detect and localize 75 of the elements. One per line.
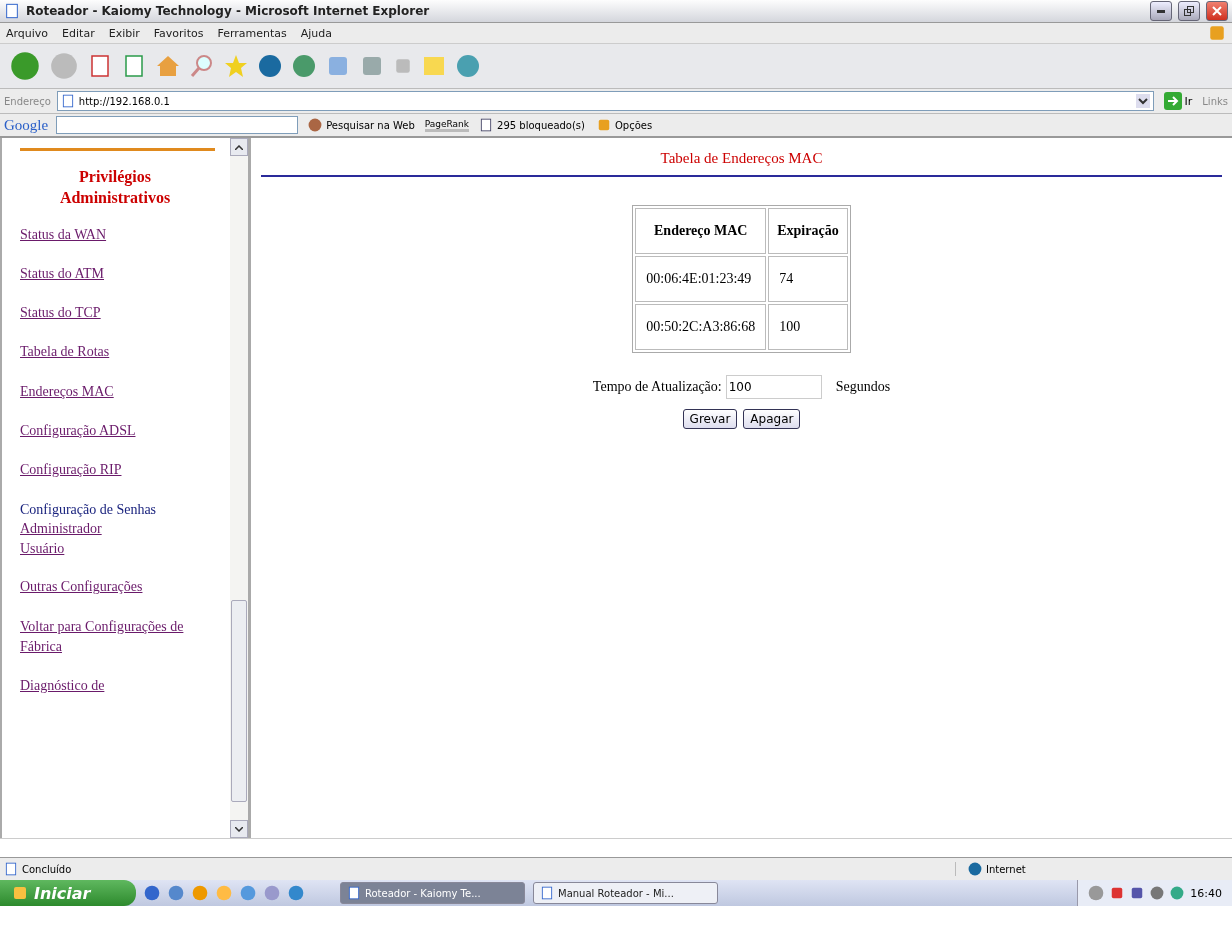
scroll-up-icon[interactable] xyxy=(235,144,243,150)
minimize-button[interactable] xyxy=(1150,1,1172,21)
restore-icon xyxy=(1184,6,1194,16)
delete-button[interactable]: Apagar xyxy=(743,409,801,429)
address-field[interactable]: http://192.168.0.1 xyxy=(56,91,1154,111)
table-cell: 00:06:4E:01:23:49 xyxy=(635,256,767,302)
page-icon xyxy=(347,886,361,900)
scrollbar[interactable] xyxy=(230,138,248,838)
sidebar-link[interactable]: Diagnóstico de xyxy=(20,676,210,697)
home-icon[interactable] xyxy=(156,54,180,78)
menu-item[interactable]: Arquivo xyxy=(6,26,49,40)
tray-icon[interactable] xyxy=(1150,886,1165,900)
sidebar-link[interactable]: Tabela de Rotas xyxy=(20,342,210,363)
table-cell: 74 xyxy=(768,256,848,302)
page-title: Tabela de Endereços MAC xyxy=(660,150,823,167)
sidebar-heading: Privilégios Administrativos xyxy=(58,167,172,208)
popup-blocker-button[interactable]: 295 bloqueado(s) xyxy=(477,118,587,132)
table-cell: 00:50:2C:A3:86:68 xyxy=(635,304,767,350)
sidebar-link[interactable]: Usuário xyxy=(20,538,65,559)
menu-item[interactable]: Ajuda xyxy=(300,26,333,40)
sidebar-link[interactable]: Status do TCP xyxy=(20,303,210,324)
refresh-label: Tempo de Atualização: xyxy=(592,379,722,395)
sidebar-link[interactable]: Configuração RIP xyxy=(20,460,210,481)
status-text: Concluído xyxy=(22,863,73,875)
page-icon xyxy=(4,862,18,876)
address-label: Endereço xyxy=(4,95,51,107)
quick-launch-icon[interactable] xyxy=(288,885,304,901)
dropdown-icon[interactable] xyxy=(1135,94,1150,108)
sidebar-link[interactable]: Outras Configurações xyxy=(20,577,210,598)
search-icon[interactable] xyxy=(190,54,214,78)
scroll-down-icon[interactable] xyxy=(235,826,243,832)
menu-item[interactable]: Editar xyxy=(62,26,95,40)
close-button[interactable] xyxy=(1206,1,1228,21)
sidebar-link[interactable]: Status da WAN xyxy=(20,224,210,245)
close-icon xyxy=(1212,6,1222,16)
sidebar-link[interactable]: Voltar para Configurações de Fábrica xyxy=(20,616,210,658)
taskbar-button[interactable]: Roteador - Kaiomy Te... xyxy=(340,882,525,904)
refresh-field[interactable]: 100 xyxy=(725,375,822,399)
unit-label: Segundos xyxy=(835,379,891,395)
page-icon xyxy=(60,94,75,108)
sidebar-link[interactable]: Endereços MAC xyxy=(20,381,210,403)
google-search-field[interactable] xyxy=(56,116,299,134)
sidebar-link[interactable]: Status do ATM xyxy=(20,263,210,285)
menu-item[interactable]: Exibir xyxy=(108,26,140,40)
google-logo[interactable]: Google xyxy=(4,116,49,134)
options-button[interactable]: Opções xyxy=(595,118,655,132)
star-icon[interactable] xyxy=(224,54,248,78)
tray-icon[interactable] xyxy=(1088,885,1105,901)
restore-button[interactable] xyxy=(1178,1,1200,21)
window-title: Roteador - Kaiomy Technology - Microsoft Internet Explorer xyxy=(26,4,431,18)
quick-launch-icon[interactable] xyxy=(192,885,208,901)
tray-icon[interactable] xyxy=(1110,886,1125,900)
pagerank-meter: PageRank xyxy=(424,118,470,132)
quick-launch-icon[interactable] xyxy=(240,885,256,901)
zone-text: Internet xyxy=(986,863,1026,875)
quick-launch-icon[interactable] xyxy=(144,885,160,901)
taskbar-button[interactable]: Manual Roteador - Mi... xyxy=(533,882,718,904)
sidebar-link[interactable]: Configuração ADSL xyxy=(20,421,210,442)
quick-launch-icon[interactable] xyxy=(264,885,280,901)
column-header: Expiração xyxy=(768,208,848,254)
page-icon xyxy=(540,886,554,900)
page-icon xyxy=(4,3,20,19)
clock: 16:40 xyxy=(1190,886,1222,900)
sidebar-link[interactable]: Administrador xyxy=(20,519,102,539)
table-cell: 100 xyxy=(768,304,848,350)
minimize-icon xyxy=(1157,9,1165,13)
search-web-button[interactable]: Pesquisar na Web xyxy=(306,118,417,132)
quick-launch-icon[interactable] xyxy=(168,885,184,901)
tray-icon[interactable] xyxy=(1130,886,1145,900)
menu-item[interactable]: Favoritos xyxy=(153,26,204,40)
column-header: Endereço MAC xyxy=(635,208,767,254)
tray-icon[interactable] xyxy=(1170,886,1185,900)
save-button[interactable]: Grevar xyxy=(682,409,738,429)
sidebar-section-label: Configuração de Senhas xyxy=(20,500,157,519)
menu-item[interactable]: Ferramentas xyxy=(217,26,287,40)
